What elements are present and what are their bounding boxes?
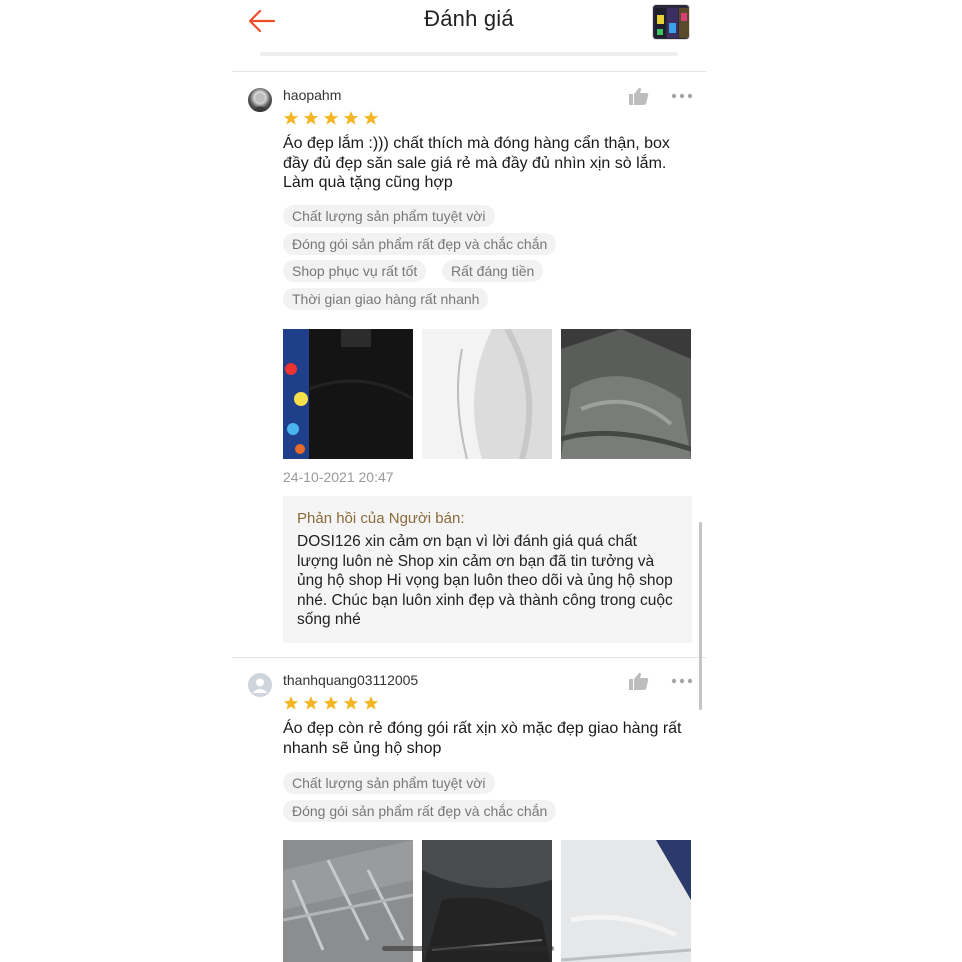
review-photo[interactable] xyxy=(422,840,552,962)
thumbs-up-icon[interactable] xyxy=(628,671,650,691)
review-photo[interactable] xyxy=(561,329,691,459)
default-user-icon xyxy=(252,678,268,693)
star-icon xyxy=(303,696,319,710)
review-photo[interactable] xyxy=(283,329,413,459)
avatar[interactable] xyxy=(248,673,272,697)
review-text: Áo đẹp còn rẻ đóng gói rất xịn xò mặc đẹ… xyxy=(283,720,682,757)
star-icon xyxy=(323,111,339,125)
review-tag[interactable]: Đóng gói sản phẩm rất đẹp và chắc chắn xyxy=(283,800,557,822)
review-tag[interactable]: Đóng gói sản phẩm rất đẹp và chắc chắn xyxy=(283,233,557,255)
page-title: Đánh giá xyxy=(424,6,514,31)
review-tag[interactable]: Shop phục vụ rất tốt xyxy=(283,260,427,282)
home-indicator[interactable] xyxy=(382,946,554,951)
review-text: Áo đẹp lắm :))) chất thích mà đóng hàng … xyxy=(283,135,670,191)
star-icon xyxy=(343,111,359,125)
review-tag[interactable]: Chất lượng sản phẩm tuyệt vời xyxy=(283,205,495,227)
review-screen: Đánh giá haopahm Áo đẹp lắm:))) chất th… xyxy=(0,0,962,962)
product-thumbnail[interactable] xyxy=(652,4,690,40)
star-icon xyxy=(323,696,339,710)
review-photo[interactable] xyxy=(561,840,691,962)
star-icon xyxy=(303,111,319,125)
username[interactable]: haopahm xyxy=(283,87,341,103)
star-rating xyxy=(283,110,379,126)
star-icon xyxy=(283,111,299,125)
seller-reply: Phản hồi của Người bán: DOSI126 xin cảm … xyxy=(283,496,692,643)
review-photo[interactable] xyxy=(422,329,552,459)
review-item: thanhquang03112005 Áo đẹp còn rẻ đóng gó… xyxy=(232,658,706,962)
star-rating xyxy=(283,695,379,711)
scrollbar[interactable] xyxy=(699,522,702,710)
product-thumbnail-image xyxy=(653,5,689,39)
seller-reply-text: DOSI126 xin cảm ơn bạn vì lời đánh giá q… xyxy=(297,533,673,628)
star-icon xyxy=(363,696,379,710)
username[interactable]: thanhquang03112005 xyxy=(283,672,418,688)
header-separator xyxy=(260,52,678,56)
top-bar: Đánh giá xyxy=(232,0,706,72)
more-options-icon[interactable] xyxy=(670,86,694,106)
avatar-image xyxy=(251,93,269,112)
review-tag[interactable]: Thời gian giao hàng rất nhanh xyxy=(283,288,489,310)
review-tag[interactable]: Chất lượng sản phẩm tuyệt vời xyxy=(283,772,495,794)
seller-reply-title: Phản hồi của Người bán: xyxy=(297,510,465,527)
star-icon xyxy=(363,111,379,125)
avatar[interactable] xyxy=(248,88,272,112)
review-item: haopahm Áo đẹp lắm :))) chất thích mà đó… xyxy=(232,72,706,657)
review-photo[interactable] xyxy=(283,840,413,962)
review-date: 24-10-2021 20:47 xyxy=(283,469,394,485)
more-options-icon[interactable] xyxy=(670,671,694,691)
star-icon xyxy=(283,696,299,710)
star-icon xyxy=(343,696,359,710)
review-tag[interactable]: Rất đáng tiền xyxy=(442,260,544,282)
thumbs-up-icon[interactable] xyxy=(628,86,650,106)
